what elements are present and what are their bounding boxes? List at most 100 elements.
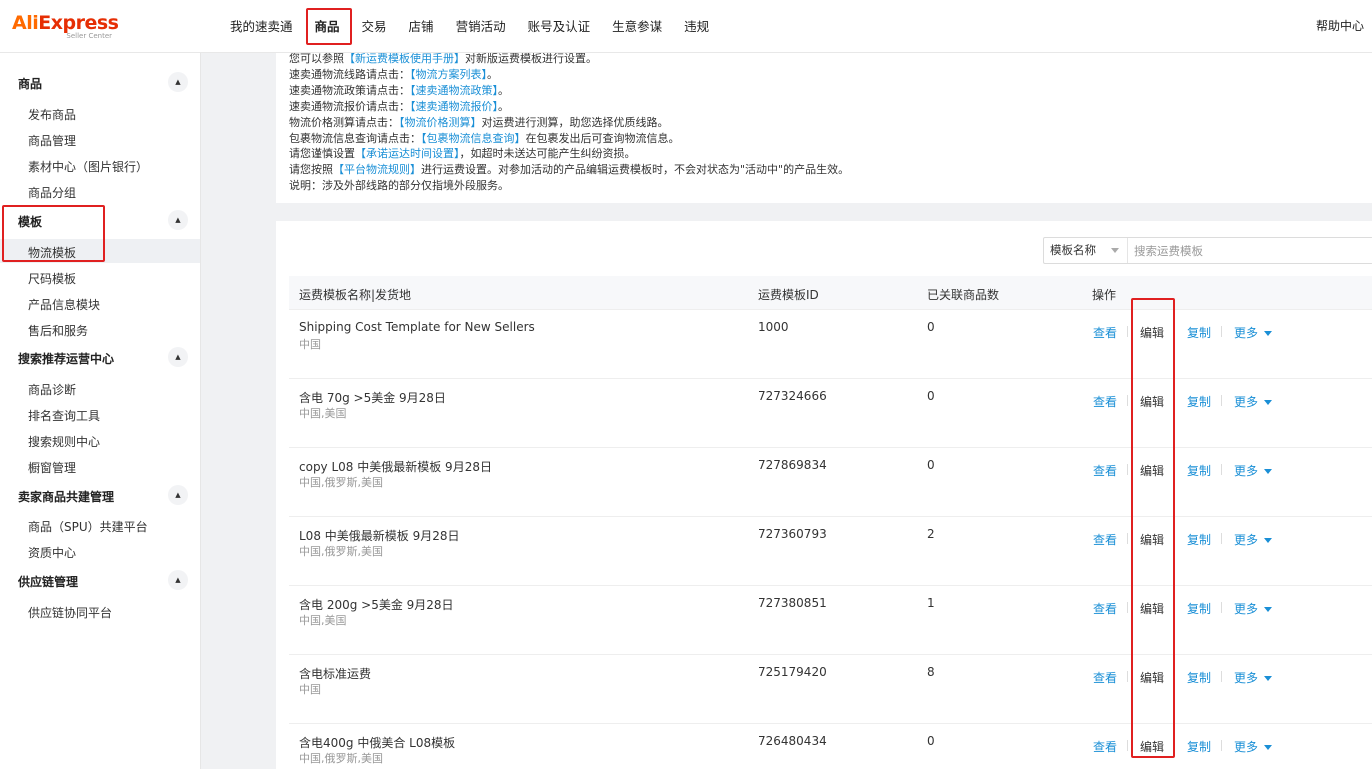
nav-item-7[interactable]: 违规 (684, 0, 709, 53)
notice-link[interactable]: 【物流方案列表】 (410, 68, 487, 81)
sidebar-item[interactable]: 橱窗管理 (28, 459, 76, 476)
aliexpress-logo[interactable]: AliExpress Seller Center (12, 12, 122, 42)
sidebar-item[interactable]: 商品分组 (28, 184, 76, 201)
copy-link[interactable]: 复制 (1187, 393, 1211, 410)
copy-link[interactable]: 复制 (1187, 462, 1211, 479)
nav-item-6[interactable]: 生意参谋 (612, 0, 662, 53)
ship-from-region: 中国 (299, 683, 321, 696)
sidebar-item[interactable]: 资质中心 (28, 544, 76, 561)
table-row: 含电标准运费 中国 725179420 8 查看 编辑 复制 更多 (289, 655, 1372, 724)
help-center-link[interactable]: 帮助中心 (1316, 0, 1364, 53)
sidebar-item[interactable]: 搜索规则中心 (28, 433, 100, 450)
copy-link[interactable]: 复制 (1187, 531, 1211, 548)
notice-text: 物流价格测算请点击： (289, 115, 399, 129)
view-link[interactable]: 查看 (1093, 324, 1117, 341)
notice-text: 请您按照 (289, 163, 333, 177)
table-row: 含电400g 中俄美合 L08模板 中国,俄罗斯,美国 726480434 0 查看 编辑… (289, 724, 1372, 769)
template-id: 726480434 (758, 734, 827, 748)
template-name: 含电标准运费 (299, 667, 372, 681)
nav-item-0[interactable]: 我的速卖通 (230, 0, 293, 53)
action-separator (1221, 533, 1222, 544)
ship-from-region: 中国 (299, 338, 321, 351)
copy-link[interactable]: 复制 (1187, 324, 1211, 341)
nav-item-4[interactable]: 营销活动 (456, 0, 506, 53)
sidebar-item[interactable]: 售后和服务 (28, 322, 88, 339)
notice-line: 请您谨慎设置【承诺运达时间设置】，如超时未送达可能产生纠纷资损。 (289, 145, 636, 161)
action-separator (1127, 326, 1128, 337)
collapse-arrow-icon[interactable]: ▲ (168, 570, 188, 590)
notice-link[interactable]: 【新运费模板使用手册】 (344, 52, 465, 65)
sidebar-item[interactable]: 物流模板 (28, 244, 76, 261)
nav-item-3[interactable]: 店铺 (409, 0, 434, 53)
nav-item-5[interactable]: 账号及认证 (528, 0, 591, 53)
sidebar-item[interactable]: 产品信息模块 (28, 296, 100, 313)
collapse-arrow-icon[interactable]: ▲ (168, 72, 188, 92)
more-label: 更多 (1234, 464, 1259, 478)
template-name: L08 中美俄最新模板 9月28日 (299, 529, 460, 543)
collapse-arrow-icon[interactable]: ▲ (168, 485, 188, 505)
template-name: 含电 200g >5美金 9月28日 (299, 598, 454, 612)
filter-field-select[interactable]: 模板名称 (1044, 238, 1128, 263)
more-label: 更多 (1234, 533, 1259, 547)
notice-link[interactable]: 【速卖通物流报价】 (410, 100, 498, 113)
action-separator (1127, 740, 1128, 751)
template-name: 含电400g 中俄美合 L08模板 (299, 736, 456, 750)
more-dropdown[interactable]: 更多 (1234, 324, 1273, 341)
notice-line: 速卖通物流线路请点击：【物流方案列表】。 (289, 66, 498, 82)
chevron-down-icon (1111, 248, 1119, 253)
action-separator (1127, 395, 1128, 406)
more-dropdown[interactable]: 更多 (1234, 600, 1273, 617)
sidebar-item[interactable]: 商品管理 (28, 132, 76, 149)
action-separator (1221, 671, 1222, 682)
more-label: 更多 (1234, 740, 1259, 754)
collapse-arrow-icon[interactable]: ▲ (168, 347, 188, 367)
linked-product-count: 0 (927, 389, 935, 403)
view-link[interactable]: 查看 (1093, 393, 1117, 410)
notice-link[interactable]: 【速卖通物流政策】 (410, 84, 498, 97)
copy-link[interactable]: 复制 (1187, 600, 1211, 617)
notice-link[interactable]: 【物流价格测算】 (399, 116, 482, 129)
copy-link[interactable]: 复制 (1187, 738, 1211, 755)
notice-link[interactable]: 【平台物流规则】 (333, 163, 421, 176)
sidebar-group-title: 供应链管理 (18, 575, 79, 589)
sidebar-item[interactable]: 发布商品 (28, 106, 76, 123)
notice-text: 在包裹发出后可查询物流信息。 (525, 131, 680, 145)
view-link[interactable]: 查看 (1093, 600, 1117, 617)
notice-line: 说明：涉及外部线路的部分仅指境外段服务。 (289, 177, 509, 193)
collapse-arrow-icon[interactable]: ▲ (168, 210, 188, 230)
shipping-template-card: 模板名称 运费模板名称|发货地 运费模板ID 已关联商品数 操作 Shippin… (276, 221, 1372, 769)
view-link[interactable]: 查看 (1093, 738, 1117, 755)
sidebar-item[interactable]: 商品诊断 (28, 381, 76, 398)
nav-item-2[interactable]: 交易 (362, 0, 387, 53)
sidebar-item[interactable]: 尺码模板 (28, 270, 76, 287)
view-link[interactable]: 查看 (1093, 462, 1117, 479)
table-row: 含电 70g >5美金 9月28日 中国,美国 727324666 0 查看 编辑 复制 更多 (289, 379, 1372, 448)
sidebar-item[interactable]: 商品（SPU）共建平台 (28, 518, 148, 535)
table-row: L08 中美俄最新模板 9月28日 中国,俄罗斯,美国 727360793 2 查看 编辑… (289, 517, 1372, 586)
view-link[interactable]: 查看 (1093, 669, 1117, 686)
notice-text: 您可以参照 (289, 52, 344, 65)
more-dropdown[interactable]: 更多 (1234, 738, 1273, 755)
sidebar-item[interactable]: 排名查询工具 (28, 407, 100, 424)
more-dropdown[interactable]: 更多 (1234, 393, 1273, 410)
notice-link[interactable]: 【承诺运达时间设置】 (355, 147, 460, 160)
view-link[interactable]: 查看 (1093, 531, 1117, 548)
notice-text: 速卖通物流报价请点击： (289, 99, 410, 113)
notice-link[interactable]: 【包裹物流信息查询】 (421, 132, 526, 145)
more-dropdown[interactable]: 更多 (1234, 669, 1273, 686)
ship-from-region: 中国,美国 (299, 407, 347, 420)
linked-product-count: 1 (927, 596, 935, 610)
template-id: 727324666 (758, 389, 827, 403)
template-name: copy L08 中美俄最新模板 9月28日 (299, 460, 492, 474)
nav-item-1[interactable]: 商品 (305, 0, 352, 53)
search-template-input[interactable] (1128, 238, 1372, 263)
notice-text: 速卖通物流政策请点击： (289, 83, 410, 97)
more-label: 更多 (1234, 602, 1259, 616)
copy-link[interactable]: 复制 (1187, 669, 1211, 686)
more-dropdown[interactable]: 更多 (1234, 531, 1273, 548)
more-dropdown[interactable]: 更多 (1234, 462, 1273, 479)
sidebar-item[interactable]: 供应链协同平台 (28, 604, 112, 621)
more-label: 更多 (1234, 395, 1259, 409)
notice-text: 包裹物流信息查询请点击： (289, 131, 421, 145)
sidebar-item[interactable]: 素材中心（图片银行） (28, 158, 148, 175)
